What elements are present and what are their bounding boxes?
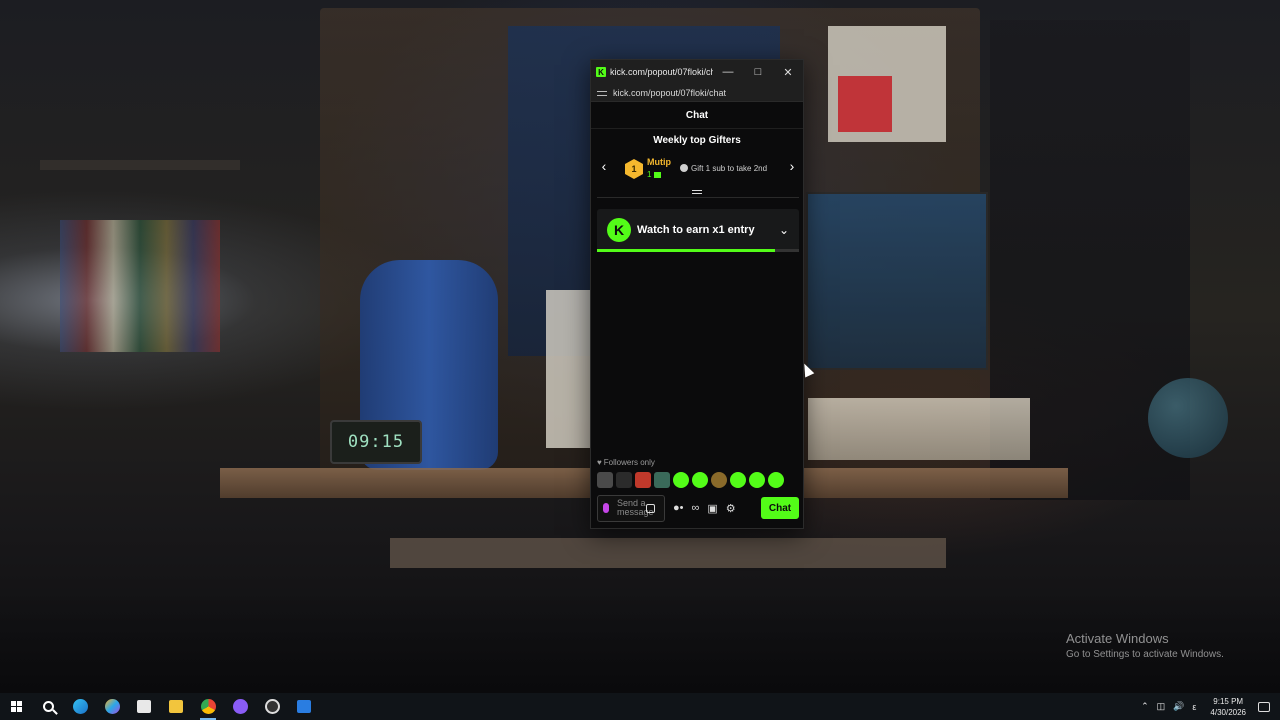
- window-titlebar[interactable]: K kick.com/popout/07floki/ch... — □ ✕: [591, 60, 803, 84]
- chevron-left-icon[interactable]: ‹: [597, 158, 611, 174]
- emote-icon[interactable]: [673, 472, 689, 488]
- chrome-icon: [200, 699, 216, 714]
- taskbar-store[interactable]: [128, 693, 160, 720]
- volume-icon[interactable]: 🔊: [1173, 701, 1184, 712]
- wallpaper-radio: [808, 398, 1030, 460]
- start-button[interactable]: [0, 693, 32, 720]
- emote-icon[interactable]: [730, 472, 746, 488]
- maximize-button[interactable]: □: [743, 60, 773, 84]
- taskbar: ⌃ ◫ 🔊 ε 9:15 PM 4/30/2026: [0, 693, 1280, 720]
- copilot-icon: [104, 699, 120, 714]
- taskbar-edge[interactable]: [64, 693, 96, 720]
- watch-to-earn-banner[interactable]: K Watch to earn x1 entry ⌄: [597, 209, 799, 251]
- rank-badge: 1: [625, 159, 643, 179]
- search-icon: [42, 701, 54, 712]
- gifters-title: Weekly top Gifters: [653, 135, 741, 146]
- emote-icon[interactable]: [597, 472, 613, 488]
- store-app-icon: [137, 700, 151, 713]
- wallpaper-shelf-left: [40, 160, 240, 170]
- send-chat-button[interactable]: Chat: [761, 497, 799, 519]
- taskbar-search-button[interactable]: [32, 693, 64, 720]
- watch-progress-bar: [597, 249, 799, 252]
- emoji-icon[interactable]: [646, 503, 655, 513]
- emote-icon[interactable]: [711, 472, 727, 488]
- gifters-carousel: ‹ 1 Mutip 1 Gift 1 sub to take 2nd ›: [591, 150, 803, 190]
- divider: [597, 197, 799, 198]
- language-icon[interactable]: ε: [1192, 702, 1196, 712]
- kick-k-icon: K: [607, 218, 631, 242]
- taskbar-chrome[interactable]: [192, 693, 224, 720]
- wallpaper-red-square: [838, 76, 892, 132]
- watch-label: Watch to earn x1 entry: [637, 224, 755, 236]
- kick-logo-icon: K: [596, 67, 606, 77]
- activate-title: Activate Windows: [1066, 631, 1169, 646]
- taskbar-time: 9:15 PM: [1213, 696, 1244, 706]
- chevron-up-icon[interactable]: ⌃: [1141, 701, 1149, 712]
- gift-hint: Gift 1 sub to take 2nd: [680, 164, 767, 173]
- folder-icon: [169, 700, 183, 713]
- windows-logo-icon: [10, 701, 22, 712]
- desktop-wallpaper: 09:15 Activate Windows Go to Settings to…: [0, 0, 1280, 693]
- taskbar-discord[interactable]: [224, 693, 256, 720]
- watch-progress-fill: [597, 249, 775, 252]
- obs-icon: [264, 699, 280, 714]
- points-icon[interactable]: ●•: [673, 502, 684, 514]
- gift-count-value: 1: [647, 170, 652, 179]
- window-title: kick.com/popout/07floki/ch...: [610, 67, 713, 77]
- followers-only-notice: ♥ Followers only: [597, 458, 655, 467]
- infinity-icon[interactable]: ∞: [692, 502, 700, 514]
- edge-icon: [72, 699, 88, 714]
- emote-icon[interactable]: [635, 472, 651, 488]
- app-icon: [297, 700, 311, 713]
- discord-icon: [232, 699, 248, 714]
- chat-header: Chat: [591, 102, 803, 129]
- close-button[interactable]: ✕: [773, 60, 803, 84]
- taskbar-clock[interactable]: 9:15 PM 4/30/2026: [1210, 696, 1246, 718]
- emote-icon[interactable]: [616, 472, 632, 488]
- microphone-icon[interactable]: [603, 503, 609, 513]
- gifter-name[interactable]: Mutip: [647, 157, 671, 167]
- activate-windows-watermark: Activate Windows Go to Settings to activ…: [1066, 631, 1224, 660]
- emote-icon[interactable]: [768, 472, 784, 488]
- taskbar-copilot[interactable]: [96, 693, 128, 720]
- taskbar-app[interactable]: [288, 693, 320, 720]
- gift-icon: [654, 172, 662, 178]
- wallpaper-synth: [806, 192, 988, 370]
- hexagon-icon: [680, 164, 688, 172]
- emote-icon[interactable]: [654, 472, 670, 488]
- gear-icon[interactable]: ⚙: [726, 502, 736, 515]
- chat-input-row: Send a message ●• ∞ ▣ ⚙ Chat: [597, 494, 799, 522]
- emote-icon[interactable]: [692, 472, 708, 488]
- chat-message-input[interactable]: Send a message: [597, 494, 665, 522]
- wallpaper-books: [60, 220, 220, 352]
- site-settings-icon[interactable]: [597, 89, 607, 97]
- store-icon[interactable]: ▣: [707, 502, 717, 515]
- chevron-right-icon[interactable]: ›: [785, 158, 799, 174]
- chat-popup-window[interactable]: K kick.com/popout/07floki/ch... — □ ✕ ki…: [590, 59, 804, 529]
- activate-subtitle: Go to Settings to activate Windows.: [1066, 649, 1224, 660]
- notification-icon[interactable]: [1258, 701, 1270, 712]
- gift-hint-text: Gift 1 sub to take 2nd: [691, 164, 768, 173]
- taskbar-date: 4/30/2026: [1210, 707, 1246, 717]
- address-bar[interactable]: kick.com/popout/07floki/chat: [591, 84, 803, 102]
- wallpaper-monitor: [546, 290, 594, 448]
- url-text: kick.com/popout/07floki/chat: [613, 87, 727, 98]
- emote-bar: [597, 472, 784, 488]
- wallpaper-clock: 09:15: [330, 420, 422, 464]
- emote-icon[interactable]: [749, 472, 765, 488]
- taskbar-obs[interactable]: [256, 693, 288, 720]
- gifter-count: 1: [647, 170, 662, 179]
- wallpaper-globe: [1148, 378, 1228, 458]
- taskbar-file-explorer[interactable]: [160, 693, 192, 720]
- wallpaper-keyboard: [390, 538, 946, 568]
- chevron-down-icon[interactable]: ⌄: [779, 223, 789, 237]
- system-tray: ⌃ ◫ 🔊 ε 9:15 PM 4/30/2026: [1137, 693, 1280, 720]
- network-icon[interactable]: ◫: [1157, 701, 1166, 712]
- followers-only-text: Followers only: [603, 458, 655, 467]
- minimize-button[interactable]: —: [713, 60, 743, 84]
- heart-icon: ♥: [597, 458, 602, 467]
